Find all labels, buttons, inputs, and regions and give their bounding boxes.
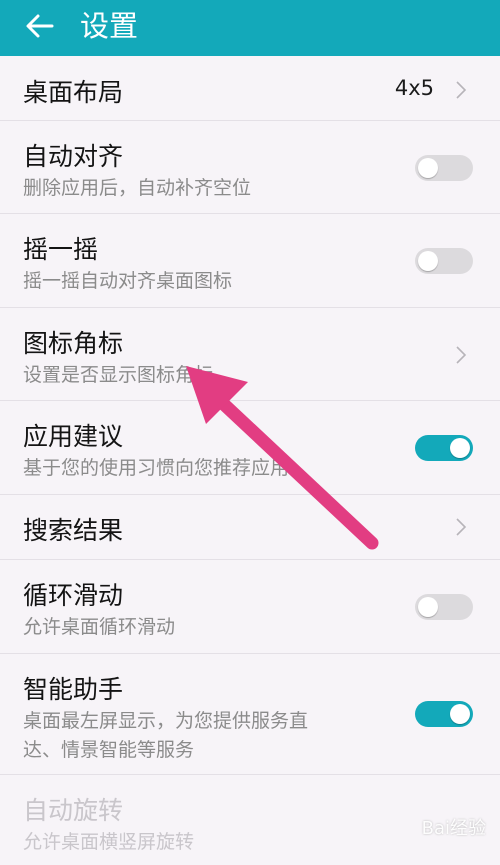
setting-title: 摇一摇 [23,235,99,264]
setting-subtitle: 允许桌面循环滑动 [23,616,176,638]
setting-smart-assistant[interactable]: 智能助手 桌面最左屏显示，为您提供服务直 达、情景智能等服务 [0,654,500,775]
toggle-knob [450,438,470,458]
setting-title: 自动对齐 [23,142,124,171]
app-suggestion-toggle[interactable] [415,435,473,461]
setting-subtitle: 设置是否显示图标角标 [23,364,214,386]
toggle-knob [418,597,438,617]
toggle-knob [450,704,470,724]
toggle-knob [418,251,438,271]
setting-desktop-layout[interactable]: 桌面布局 4x5 [0,56,500,121]
setting-title: 智能助手 [23,675,124,704]
setting-title: 循环滑动 [23,581,124,610]
setting-subtitle-line2: 达、情景智能等服务 [23,739,195,761]
setting-title: 应用建议 [23,422,124,451]
setting-title: 自动旋转 [23,796,124,825]
setting-icon-badge[interactable]: 图标角标 设置是否显示图标角标 [0,308,500,401]
setting-loop-scroll[interactable]: 循环滑动 允许桌面循环滑动 [0,560,500,654]
chevron-right-icon [456,346,467,364]
page-title: 设置 [80,9,139,43]
setting-title: 桌面布局 [23,78,124,107]
setting-subtitle: 摇一摇自动对齐桌面图标 [23,270,233,292]
setting-subtitle: 删除应用后，自动补齐空位 [23,177,252,199]
setting-auto-align[interactable]: 自动对齐 删除应用后，自动补齐空位 [0,121,500,214]
setting-title: 搜索结果 [23,516,124,545]
settings-list: 桌面布局 4x5 自动对齐 删除应用后，自动补齐空位 摇一摇 摇一摇自动对齐桌面… [0,56,500,865]
setting-search-results[interactable]: 搜索结果 [0,495,500,560]
smart-assistant-toggle[interactable] [415,701,473,727]
setting-shake[interactable]: 摇一摇 摇一摇自动对齐桌面图标 [0,214,500,308]
setting-subtitle: 允许桌面横竖屏旋转 [23,831,195,853]
watermark: Bai经验 [421,818,486,839]
setting-app-suggestion[interactable]: 应用建议 基于您的使用习惯向您推荐应用 [0,401,500,495]
app-bar: 设置 [0,0,500,56]
setting-subtitle: 基于您的使用习惯向您推荐应用 [23,457,290,479]
arrow-left-icon[interactable] [22,8,58,44]
shake-toggle[interactable] [415,248,473,274]
toggle-knob [418,158,438,178]
chevron-right-icon [456,518,467,536]
loop-scroll-toggle[interactable] [415,594,473,620]
setting-title: 图标角标 [23,329,124,358]
setting-value: 4x5 [394,76,434,100]
chevron-right-icon [456,81,467,99]
setting-subtitle-line1: 桌面最左屏显示，为您提供服务直 [23,710,309,732]
auto-align-toggle[interactable] [415,155,473,181]
